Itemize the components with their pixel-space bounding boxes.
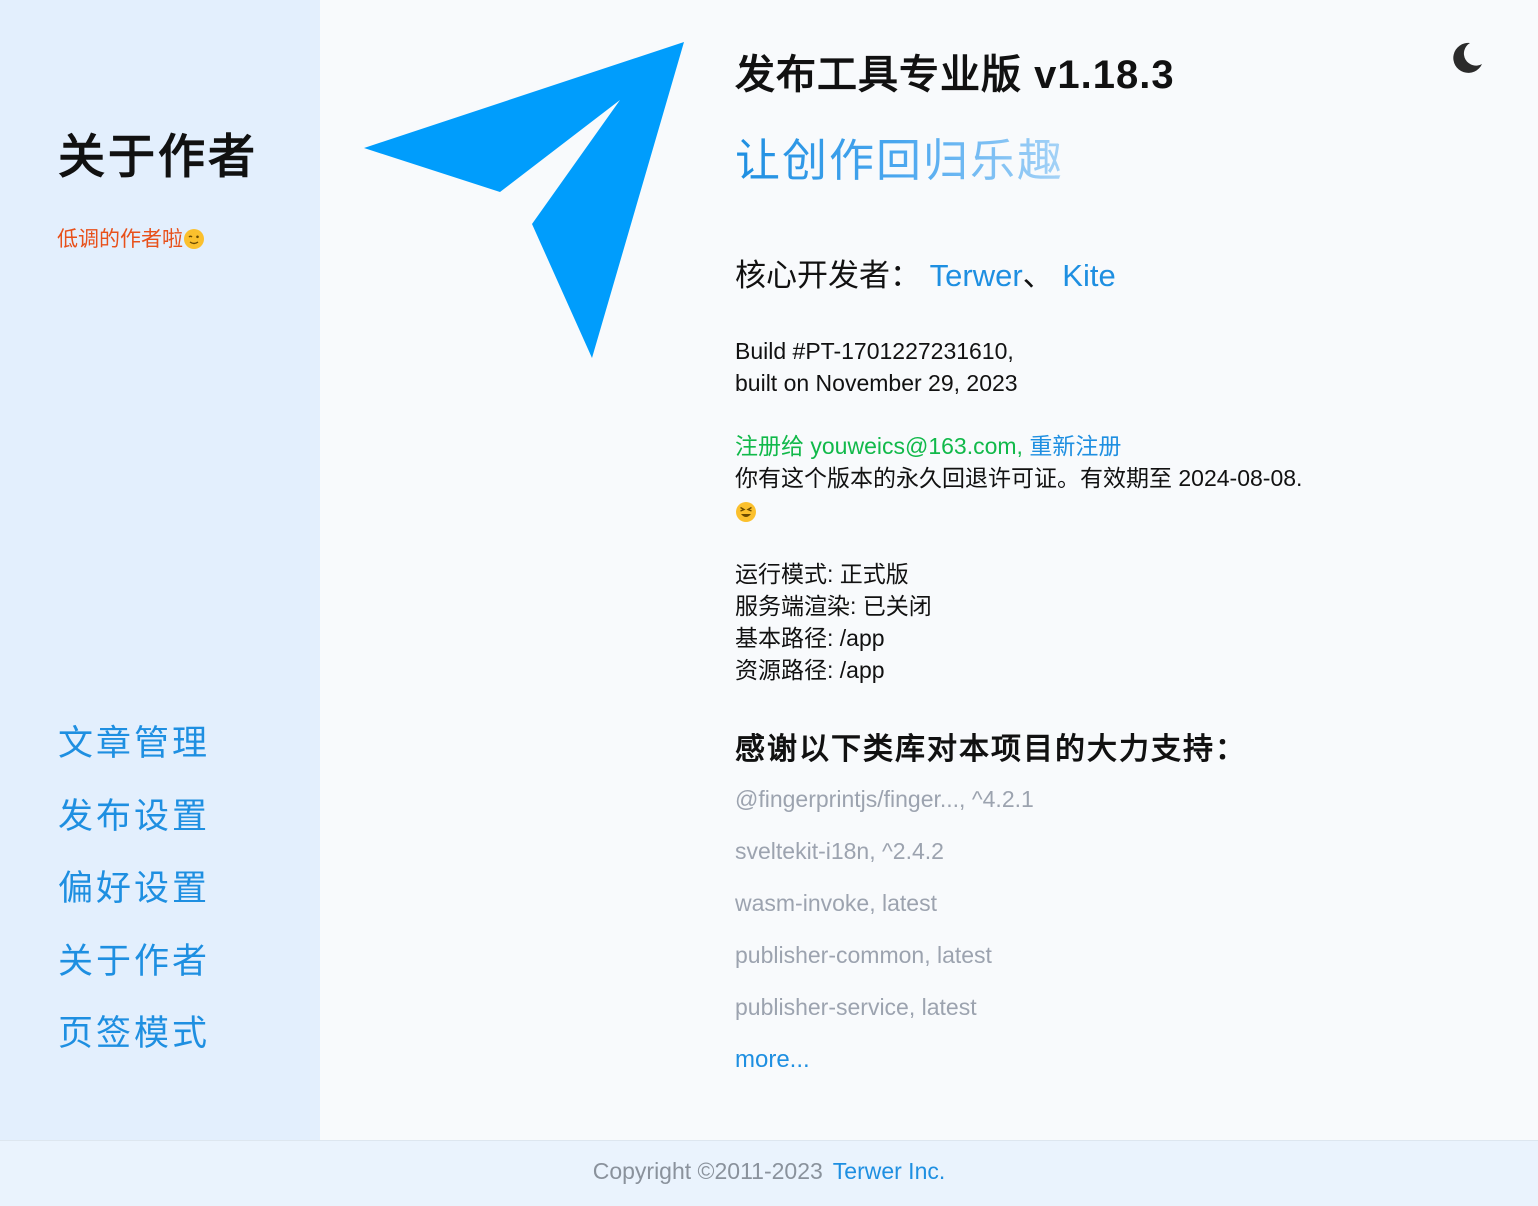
library-list: @fingerprintjs/finger..., ^4.2.1 sveltek… xyxy=(735,783,1034,1043)
library-item: publisher-service, latest xyxy=(735,994,977,1020)
slogan: 让创作回归乐趣 xyxy=(735,124,1064,189)
more-link[interactable]: more... xyxy=(735,1046,810,1074)
registration-info: 注册给 youweics@163.com, 重新注册 你有这个版本的永久回退许可… xyxy=(735,430,1302,526)
env-ssr: 服务端渲染: 已关闭 xyxy=(735,593,932,619)
sidebar-title: 关于作者 xyxy=(58,130,258,183)
library-item: sveltekit-i18n, ^2.4.2 xyxy=(735,838,944,864)
environment-info: 运行模式: 正式版 服务端渲染: 已关闭 基本路径: /app 资源路径: /a… xyxy=(735,558,932,686)
build-info: Build #PT-1701227231610, built on Novemb… xyxy=(735,335,1018,399)
library-item: @fingerprintjs/finger..., ^4.2.1 xyxy=(735,786,1034,812)
moon-icon[interactable] xyxy=(1448,40,1484,76)
library-item: publisher-common, latest xyxy=(735,942,992,968)
app-title: 发布工具专业版 v1.18.3 xyxy=(735,53,1175,97)
re-register-link[interactable]: 重新注册 xyxy=(1029,433,1121,459)
core-developers-label: 核心开发者： xyxy=(735,258,921,293)
env-asset-path: 资源路径: /app xyxy=(735,657,885,683)
env-run-mode: 运行模式: 正式版 xyxy=(735,561,909,587)
library-item: wasm-invoke, latest xyxy=(735,890,937,916)
build-number: Build #PT-1701227231610, xyxy=(735,338,1014,364)
thanks-title: 感谢以下类库对本项目的大力支持： xyxy=(735,733,1247,766)
winking-face-icon xyxy=(184,229,204,249)
core-developers: 核心开发者： Terwer、 Kite xyxy=(735,250,1116,295)
nav-item-about-author[interactable]: 关于作者 xyxy=(58,940,210,1013)
nav-item-publish-settings[interactable]: 发布设置 xyxy=(58,795,210,868)
nav-item-article-management[interactable]: 文章管理 xyxy=(58,722,210,795)
license-text: 你有这个版本的永久回退许可证。有效期至 2024-08-08. xyxy=(735,465,1303,491)
sidebar-subtitle: 低调的作者啦 xyxy=(57,223,205,253)
company-link[interactable]: Terwer Inc. xyxy=(833,1158,945,1184)
developer-separator: 、 xyxy=(1022,258,1054,293)
sidebar: 关于作者 低调的作者啦 文章管理 发布设置 偏好设置 关于作者 页签模式 xyxy=(0,0,320,1140)
nav-item-preferences[interactable]: 偏好设置 xyxy=(58,867,210,940)
footer: Copyright ©2011-2023 Terwer Inc. xyxy=(0,1140,1538,1206)
sidebar-subtitle-text: 低调的作者啦 xyxy=(57,228,183,251)
grinning-squinting-face-icon xyxy=(736,501,756,522)
build-date: built on November 29, 2023 xyxy=(735,370,1018,396)
registered-to: 注册给 youweics@163.com, xyxy=(735,433,1023,459)
env-base-path: 基本路径: /app xyxy=(735,625,885,651)
copyright-text: Copyright ©2011-2023 xyxy=(592,1158,823,1184)
developer-link-kite[interactable]: Kite xyxy=(1062,258,1115,293)
sidebar-nav: 文章管理 发布设置 偏好设置 关于作者 页签模式 xyxy=(58,722,210,1085)
paper-plane-logo xyxy=(364,42,684,358)
developer-link-terwer[interactable]: Terwer xyxy=(930,258,1023,293)
nav-item-tab-mode[interactable]: 页签模式 xyxy=(58,1012,210,1085)
